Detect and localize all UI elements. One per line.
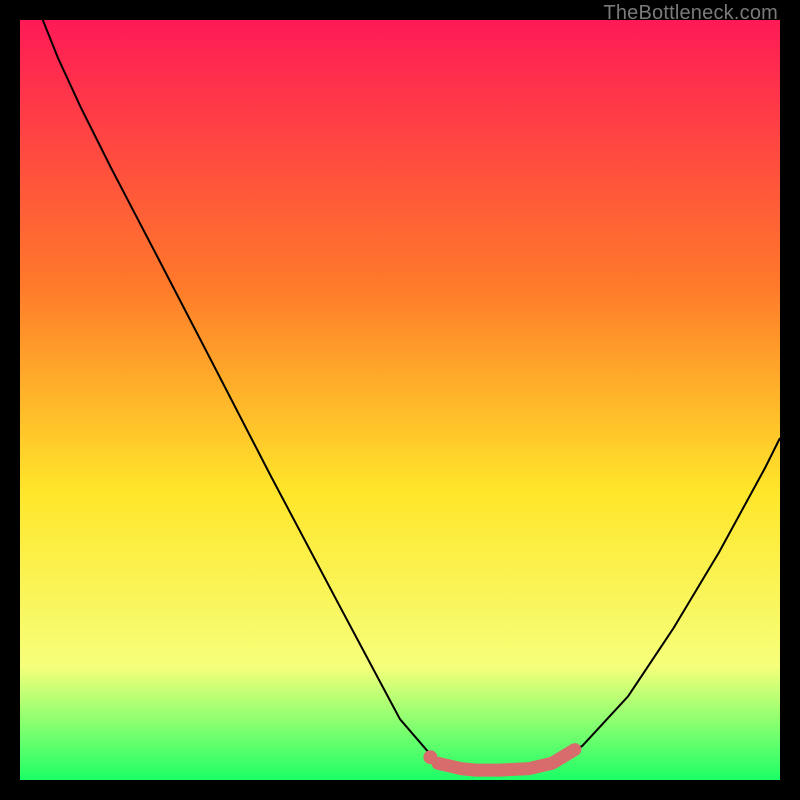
bottleneck-plot [20,20,780,780]
gradient-background [20,20,780,780]
optimal-point-dot [423,750,437,764]
watermark-text: TheBottleneck.com [603,2,778,25]
chart-frame: TheBottleneck.com [0,0,800,800]
